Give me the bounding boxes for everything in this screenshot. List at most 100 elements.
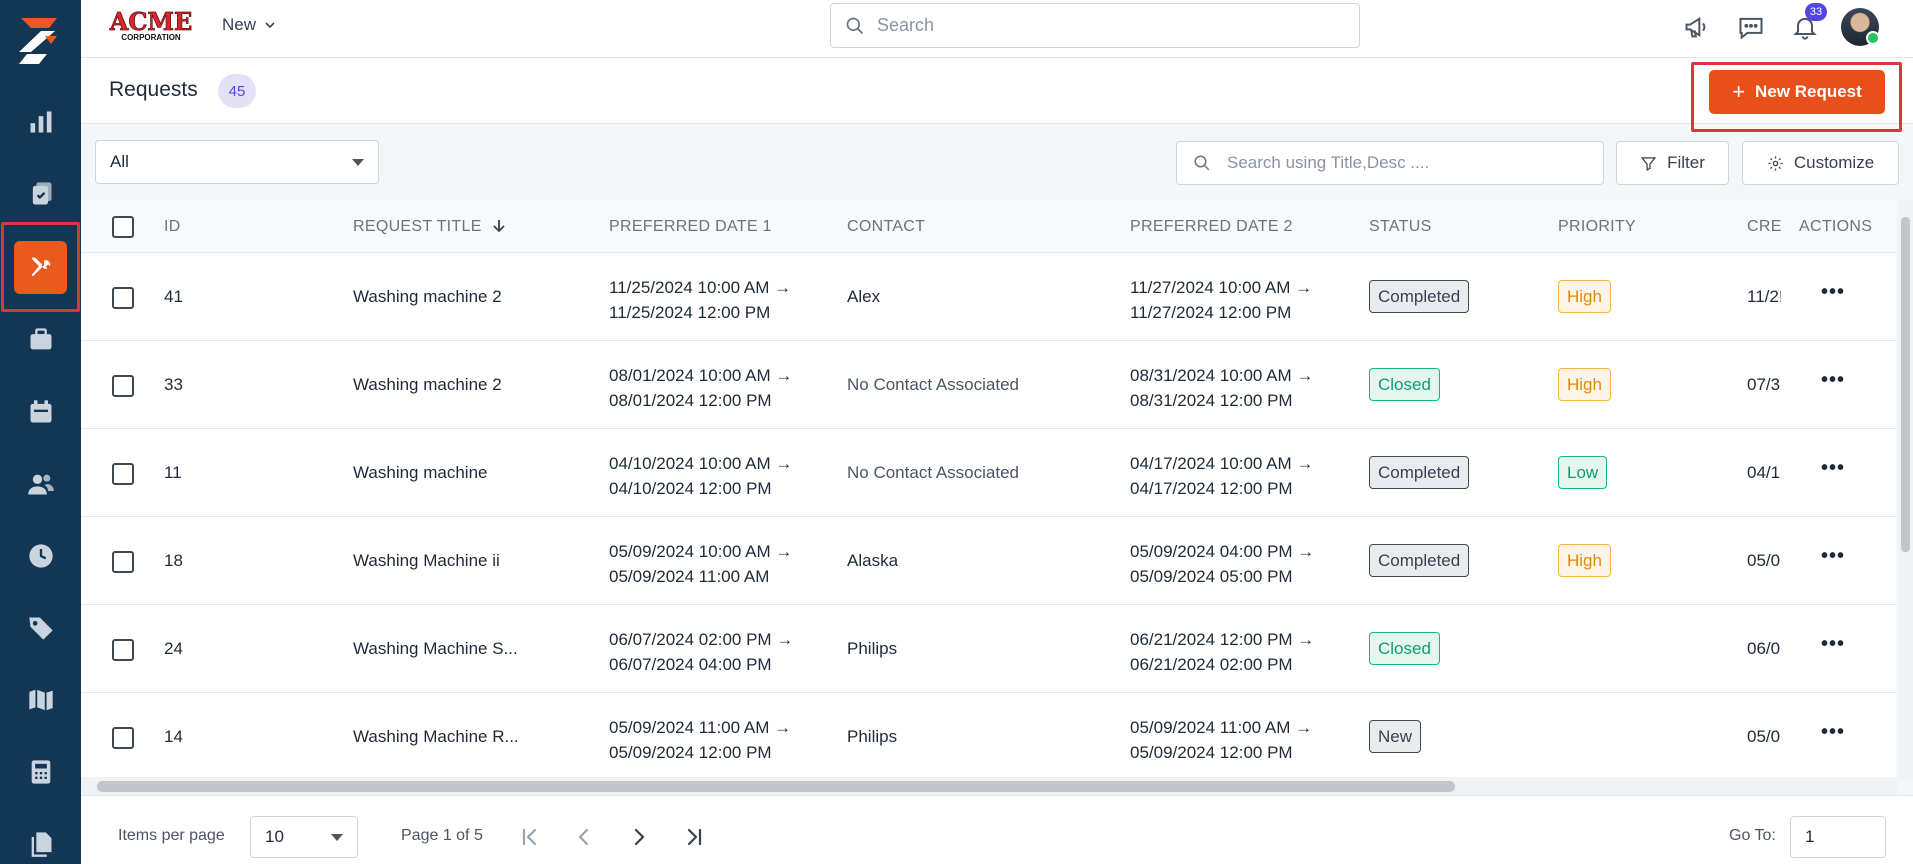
row-title[interactable]: Washing machine bbox=[353, 463, 488, 483]
table-row[interactable]: 14 Washing Machine R... 05/09/2024 11:00… bbox=[81, 693, 1896, 780]
row-checkbox[interactable] bbox=[112, 551, 134, 573]
table-header: ID REQUEST TITLE PREFERRED DATE 1 CONTAC… bbox=[81, 200, 1896, 253]
new-request-button[interactable]: + New Request bbox=[1709, 70, 1885, 114]
page-header: Requests 45 + New Request bbox=[81, 58, 1913, 132]
row-actions-icon[interactable]: ••• bbox=[1821, 370, 1845, 390]
row-title[interactable]: Washing machine 2 bbox=[353, 287, 502, 307]
row-title[interactable]: Washing Machine S... bbox=[353, 639, 518, 659]
horizontal-scroll-thumb[interactable] bbox=[97, 781, 1455, 792]
table-search-input[interactable] bbox=[1227, 153, 1587, 173]
row-date2-end: 05/09/2024 05:00 PM bbox=[1130, 567, 1293, 586]
column-header-contact[interactable]: CONTACT bbox=[847, 218, 925, 236]
avatar[interactable] bbox=[1841, 8, 1880, 46]
notifications-button[interactable]: 33 bbox=[1787, 3, 1827, 45]
sidebar-item-requests[interactable] bbox=[1, 222, 80, 312]
work-orders-icon bbox=[32, 182, 51, 205]
items-per-page-select[interactable]: 10 bbox=[250, 816, 358, 858]
row-title[interactable]: Washing Machine ii bbox=[353, 551, 500, 571]
sidebar-item-time[interactable] bbox=[0, 520, 81, 592]
column-header-priority[interactable]: PRIORITY bbox=[1558, 218, 1636, 236]
row-actions-icon[interactable]: ••• bbox=[1821, 722, 1845, 742]
horizontal-scrollbar[interactable] bbox=[81, 777, 1898, 795]
row-checkbox[interactable] bbox=[112, 463, 134, 485]
column-header-status[interactable]: STATUS bbox=[1369, 218, 1432, 236]
row-actions-icon[interactable]: ••• bbox=[1821, 282, 1845, 302]
sidebar-item-work-orders[interactable] bbox=[0, 158, 81, 230]
column-header-date2[interactable]: PREFERRED DATE 2 bbox=[1130, 218, 1293, 236]
row-checkbox[interactable] bbox=[112, 287, 134, 309]
vertical-scrollbar[interactable] bbox=[1898, 200, 1913, 780]
row-contact: Philips bbox=[847, 727, 898, 746]
global-search-input[interactable] bbox=[877, 15, 1317, 36]
customize-button[interactable]: Customize bbox=[1742, 141, 1899, 185]
view-select[interactable]: All bbox=[95, 140, 379, 184]
row-title[interactable]: Washing machine 2 bbox=[353, 375, 502, 395]
vertical-scroll-thumb[interactable] bbox=[1901, 217, 1910, 552]
table-row[interactable]: 41 Washing machine 2 11/25/2024 10:00 AM… bbox=[81, 253, 1896, 341]
sidebar-item-tags[interactable] bbox=[0, 592, 81, 664]
sidebar-item-meters[interactable] bbox=[0, 736, 81, 808]
select-all-checkbox[interactable] bbox=[112, 216, 134, 238]
filter-label: Filter bbox=[1667, 153, 1705, 172]
row-date1: 11/25/2024 10:00 AM → 11/25/2024 12:00 PM bbox=[609, 275, 791, 325]
status-badge: Completed bbox=[1369, 544, 1470, 577]
row-date1: 05/09/2024 10:00 AM → 05/09/2024 11:00 AM bbox=[609, 539, 792, 589]
table-search[interactable] bbox=[1176, 141, 1604, 185]
sidebar-item-dashboard[interactable] bbox=[0, 86, 81, 158]
previous-page-button[interactable] bbox=[567, 820, 601, 854]
sidebar-item-calendar[interactable] bbox=[0, 376, 81, 448]
sidebar-item-locations[interactable] bbox=[0, 664, 81, 736]
row-actions-icon[interactable]: ••• bbox=[1821, 458, 1845, 478]
global-search[interactable] bbox=[830, 3, 1360, 48]
next-page-button[interactable] bbox=[622, 820, 656, 854]
map-icon bbox=[28, 689, 53, 711]
table-row[interactable]: 24 Washing Machine S... 06/07/2024 02:00… bbox=[81, 605, 1896, 693]
priority-badge: High bbox=[1558, 280, 1611, 313]
row-contact: No Contact Associated bbox=[847, 375, 1019, 394]
status-badge: Completed bbox=[1369, 280, 1470, 313]
acme-logo[interactable]: ACME CORPORATION bbox=[109, 6, 193, 42]
goto-input[interactable] bbox=[1790, 816, 1886, 858]
sidebar-item-assets[interactable] bbox=[0, 304, 81, 376]
last-page-button[interactable] bbox=[677, 820, 711, 854]
filter-button[interactable]: Filter bbox=[1616, 141, 1729, 185]
column-header-date1[interactable]: PREFERRED DATE 1 bbox=[609, 218, 772, 236]
items-per-page-label: Items per page bbox=[118, 827, 225, 844]
row-date1: 05/09/2024 11:00 AM → 05/09/2024 12:00 PM bbox=[609, 715, 791, 765]
row-date1: 08/01/2024 10:00 AM → 08/01/2024 12:00 PM bbox=[609, 363, 792, 413]
table-row[interactable]: 33 Washing machine 2 08/01/2024 10:00 AM… bbox=[81, 341, 1896, 429]
row-checkbox[interactable] bbox=[112, 375, 134, 397]
row-created: 05/0 bbox=[1747, 727, 1781, 746]
row-checkbox[interactable] bbox=[112, 727, 134, 749]
table-row[interactable]: 11 Washing machine 04/10/2024 10:00 AM →… bbox=[81, 429, 1896, 517]
first-page-button[interactable] bbox=[513, 820, 547, 854]
row-date1-start: 06/07/2024 02:00 PM → bbox=[609, 630, 794, 649]
tags-icon bbox=[28, 617, 53, 640]
top-actions: 33 bbox=[1679, 3, 1880, 46]
chevron-left-icon bbox=[578, 828, 589, 846]
column-header-title[interactable]: REQUEST TITLE bbox=[353, 218, 506, 236]
table-row[interactable]: 18 Washing Machine ii 05/09/2024 10:00 A… bbox=[81, 517, 1896, 605]
messages-button[interactable] bbox=[1733, 9, 1769, 45]
row-date2: 05/09/2024 04:00 PM → 05/09/2024 05:00 PM bbox=[1130, 539, 1314, 589]
sidebar-item-people[interactable] bbox=[0, 448, 81, 520]
column-header-created[interactable]: CRE bbox=[1747, 218, 1781, 236]
row-checkbox[interactable] bbox=[112, 639, 134, 661]
row-actions-icon[interactable]: ••• bbox=[1821, 634, 1845, 654]
column-header-id[interactable]: ID bbox=[164, 218, 181, 236]
new-menu[interactable]: New bbox=[222, 15, 276, 35]
row-id: 11 bbox=[164, 463, 182, 482]
row-title[interactable]: Washing Machine R... bbox=[353, 727, 519, 747]
row-contact: Philips bbox=[847, 639, 898, 658]
calculator-icon bbox=[31, 760, 50, 784]
row-actions-icon[interactable]: ••• bbox=[1821, 546, 1845, 566]
status-badge: Completed bbox=[1369, 456, 1470, 489]
sidebar-item-files[interactable] bbox=[0, 808, 81, 864]
app-logo-icon[interactable] bbox=[13, 14, 63, 64]
search-icon bbox=[1194, 155, 1210, 171]
row-date2-end: 05/09/2024 12:00 PM bbox=[1130, 743, 1293, 762]
announcements-button[interactable] bbox=[1679, 9, 1715, 45]
row-date2-end: 08/31/2024 12:00 PM bbox=[1130, 391, 1293, 410]
sidebar-active-indicator bbox=[14, 240, 67, 294]
row-date2-end: 06/21/2024 02:00 PM bbox=[1130, 655, 1293, 674]
